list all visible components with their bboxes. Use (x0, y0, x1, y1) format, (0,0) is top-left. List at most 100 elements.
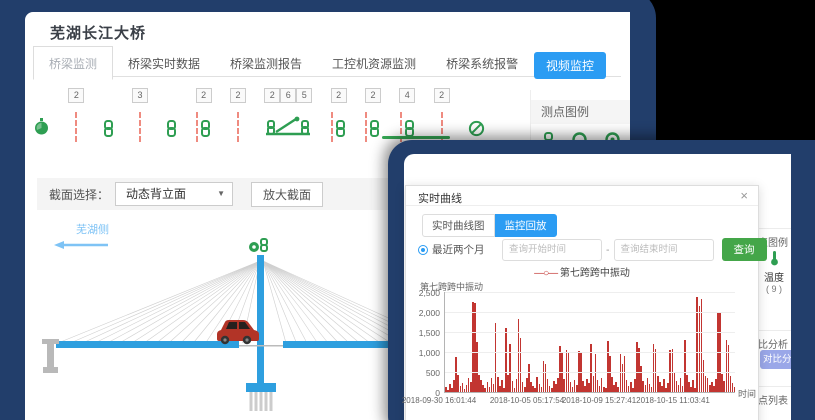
main-tab[interactable]: 桥梁实时数据 (113, 47, 215, 79)
sensor-number-group: 2 (196, 88, 212, 104)
x-tick-label: 2018-10-05 05:17:54 (490, 396, 564, 405)
main-tab[interactable]: 桥梁系统报警 (431, 47, 533, 79)
sensor-item[interactable] (103, 88, 114, 142)
sensor-number-group: 3 (132, 88, 148, 104)
sensor-icon-zone (103, 104, 114, 142)
section-select-label: 截面选择： (49, 186, 109, 203)
sensor-icon-zone (331, 104, 346, 142)
deck-joint (238, 345, 284, 347)
compare-header-fragment: 对比分析 (757, 336, 788, 351)
red-dashed-marker (237, 112, 239, 142)
sensor-count-badge: 3 (132, 88, 148, 103)
tower-foundation (246, 383, 276, 411)
y-tick-label: 500 (406, 368, 440, 378)
left-arrow-icon (54, 241, 108, 249)
dialog-header: 实时曲线 × (406, 186, 758, 206)
temperature-count: ( 9 ) (757, 284, 791, 294)
close-icon[interactable]: × (740, 188, 748, 203)
sensor-count-badge: 2 (264, 88, 280, 103)
sensor-number-group: 265 (264, 88, 312, 104)
sensor-item[interactable]: 2 (331, 88, 347, 142)
range-separator: - (606, 244, 610, 256)
legend-marker-icon: —○— (534, 268, 557, 279)
bridge-tower (257, 255, 264, 385)
sensor-icon-zone (139, 104, 141, 142)
green-divider-fragment (382, 136, 450, 139)
page-title: 芜湖长江大桥 (50, 22, 146, 43)
sensor-item[interactable]: 265 (264, 88, 312, 142)
point-list-header-fragment: 测点列表 (757, 392, 788, 407)
gridline (445, 372, 735, 373)
chart-plot (444, 292, 735, 393)
legend-series-name: 第七跨跨中振动 (560, 268, 630, 279)
gridline (445, 292, 735, 293)
red-dashed-marker (331, 112, 333, 142)
divider (757, 330, 791, 331)
sensor-count-badge: 5 (296, 88, 312, 103)
sensor-item[interactable]: 2 (434, 88, 450, 142)
end-time-input[interactable] (614, 239, 714, 261)
sensor-number-group: 4 (399, 88, 415, 104)
section-select-dropdown[interactable]: 动态背立面 ▼ (115, 182, 233, 206)
dialog-tab[interactable]: 监控回放 (495, 214, 557, 237)
main-tab[interactable]: 工控机资源监测 (317, 47, 431, 79)
chart-legend[interactable]: —○— 第七跨跨中振动 (406, 264, 758, 279)
sensor-icon-zone (33, 104, 50, 142)
bridge-deck-left (56, 341, 239, 348)
divider (757, 386, 791, 387)
sensor-number-group: 2 (68, 88, 84, 104)
clock-icon (33, 117, 50, 142)
red-dashed-marker (365, 112, 367, 142)
query-button[interactable]: 查询 (722, 238, 767, 261)
radio-last-two-months[interactable] (418, 245, 428, 255)
sensor-item[interactable] (468, 88, 485, 142)
sensor-count-badge: 2 (68, 88, 84, 103)
thermometer-icon (770, 250, 779, 266)
gridline (445, 332, 735, 333)
video-monitor-button[interactable]: 视频监控 (534, 52, 606, 79)
realtime-curve-dialog: 实时曲线 × 实时曲线图监控回放 最近两个月 - 查询 —○— 第七跨跨中振动 … (405, 185, 759, 420)
chevron-down-icon: ▼ (217, 183, 225, 205)
sensor-count-badge: 4 (399, 88, 415, 103)
sensor-item[interactable]: 3 (132, 88, 148, 142)
dialog-tab[interactable]: 实时曲线图 (422, 214, 495, 237)
sensor-count-badge: 2 (434, 88, 450, 103)
sensor-icon-zone (468, 104, 485, 142)
sensor-item[interactable]: 2 (365, 88, 381, 142)
red-dashed-marker (196, 112, 198, 142)
car (217, 320, 259, 344)
main-tabbar: 桥梁监测桥梁实时数据桥梁监测报告工控机资源监测桥梁系统报警 (33, 46, 621, 77)
sensor-number-group: 2 (365, 88, 381, 104)
sensor-item[interactable]: 2 (196, 88, 212, 142)
divider (757, 228, 791, 229)
sensor-count-badge: 2 (331, 88, 347, 103)
red-dashed-marker (139, 112, 141, 142)
sensor-item[interactable]: 2 (230, 88, 246, 142)
sensor-count-badge: 2 (365, 88, 381, 103)
main-tab[interactable]: 桥梁监测 (33, 46, 113, 80)
x-axis-name: 时间 (738, 387, 756, 400)
start-time-input[interactable] (502, 239, 602, 261)
sensor-item[interactable] (33, 88, 50, 142)
right-sidebar-strip: 测点图例 温度 ( 9 ) 对比分析 对比分析 测点列表 (757, 154, 791, 420)
x-tick-label: 2018-10-09 15:27:41 (562, 396, 636, 405)
sensor-item[interactable]: 2 (68, 88, 84, 142)
sensor-number-group: 2 (331, 88, 347, 104)
sensor-icon-zone (196, 104, 211, 142)
gridline (445, 312, 735, 313)
sensor-item[interactable] (166, 88, 177, 142)
sensor-icon-zone (264, 104, 312, 142)
compare-analysis-button[interactable]: 对比分析 (760, 350, 791, 369)
dialog-tabbar: 实时曲线图监控回放 (422, 214, 557, 237)
radio-label: 最近两个月 (432, 242, 498, 257)
main-tab[interactable]: 桥梁监测报告 (215, 47, 317, 79)
y-tick-label: 2,500 (406, 288, 440, 298)
link-icon (166, 120, 177, 142)
bridge-schematic: 芜湖侧 (30, 215, 410, 420)
zoom-section-button[interactable]: 放大截面 (251, 182, 323, 207)
link-icon (103, 120, 114, 142)
y-tick-label: 1,500 (406, 328, 440, 338)
sensor-item[interactable]: 4 (399, 88, 415, 142)
x-tick-label: 2018-10-15 11:03:41 (636, 396, 710, 405)
sensor-icon-zone (166, 104, 177, 142)
